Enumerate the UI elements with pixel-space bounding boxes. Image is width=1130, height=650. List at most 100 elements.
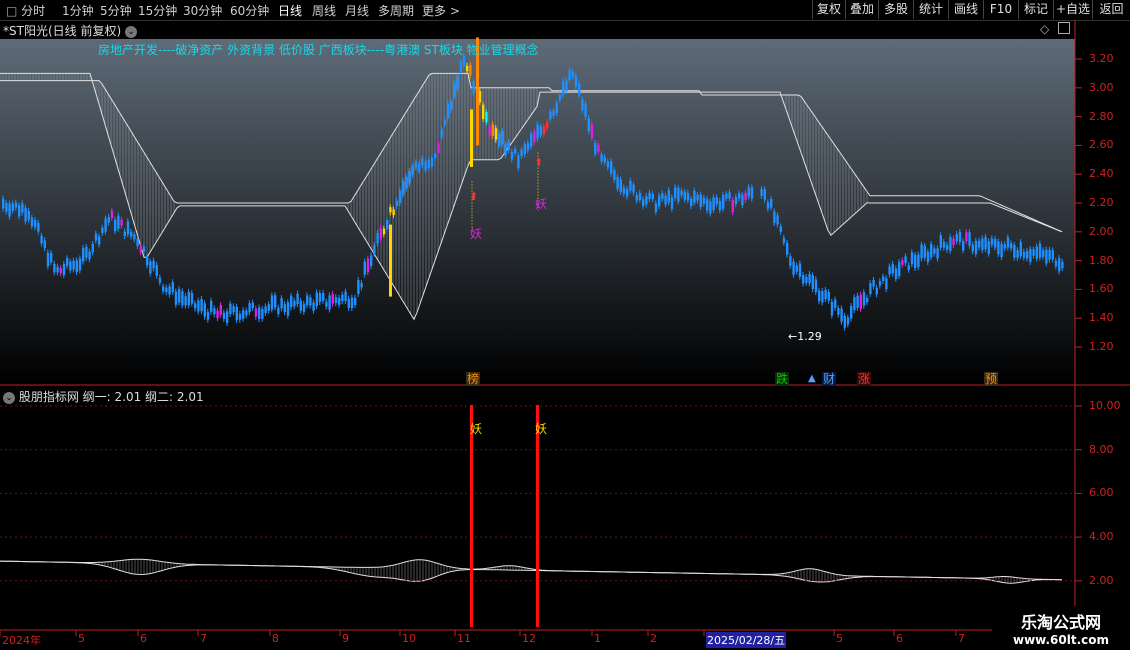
candle-body bbox=[904, 256, 907, 264]
candle-body bbox=[485, 111, 488, 123]
candle-body bbox=[805, 276, 808, 283]
main-panel-title[interactable]: *ST阳光(日线 前复权) ⌄ bbox=[3, 22, 137, 39]
yao-label-1: 妖 bbox=[470, 227, 483, 241]
diamond-icon[interactable]: ◇ bbox=[1040, 22, 1049, 36]
candle-body bbox=[702, 197, 706, 204]
x-axis-label: 5 bbox=[836, 632, 843, 645]
main-y-tick: 1.20 bbox=[1089, 340, 1114, 353]
candle-body bbox=[1061, 261, 1064, 269]
candle-body bbox=[91, 244, 94, 253]
candle-body bbox=[853, 297, 856, 311]
candle-body bbox=[184, 296, 187, 306]
candle-body bbox=[389, 224, 392, 297]
candle-body bbox=[939, 235, 942, 248]
candle-body bbox=[869, 283, 872, 294]
x-axis-label: 5 bbox=[78, 632, 85, 645]
candle-body bbox=[907, 265, 910, 270]
candle-body bbox=[50, 253, 53, 263]
candle-body bbox=[514, 148, 517, 154]
candle-body bbox=[1006, 237, 1010, 248]
candle-body bbox=[565, 80, 568, 92]
candle-body bbox=[552, 110, 555, 116]
candle-body bbox=[728, 192, 731, 199]
x-axis-label: 2 bbox=[650, 632, 657, 645]
candle-body bbox=[62, 264, 66, 276]
candle-body bbox=[504, 144, 507, 156]
candle-body bbox=[478, 91, 482, 103]
event-tag-bang[interactable]: 榜 bbox=[466, 372, 480, 386]
indicator-y-tick: 2.00 bbox=[1089, 573, 1114, 587]
candle-body bbox=[597, 144, 600, 152]
candle-body bbox=[955, 234, 958, 242]
candle-body bbox=[795, 265, 798, 272]
candle-body bbox=[584, 103, 587, 118]
candle-body bbox=[901, 260, 904, 265]
main-y-tick: 2.60 bbox=[1089, 138, 1114, 152]
event-tag-zhang[interactable]: 涨 bbox=[857, 372, 871, 386]
candle-body bbox=[626, 188, 629, 197]
candle-body bbox=[174, 291, 178, 305]
candle-body bbox=[459, 61, 462, 73]
chart-canvas[interactable] bbox=[0, 0, 1130, 650]
candle-body bbox=[610, 161, 613, 174]
candle-body bbox=[402, 181, 405, 195]
candle-body bbox=[210, 300, 213, 312]
candle-body bbox=[920, 244, 923, 259]
event-tag-cai[interactable]: 财 bbox=[822, 372, 836, 386]
candle-body bbox=[542, 126, 546, 135]
candle-body bbox=[578, 83, 581, 96]
candle-body bbox=[245, 310, 248, 316]
candle-body bbox=[286, 302, 290, 316]
candle-body bbox=[88, 251, 91, 260]
candle-body bbox=[603, 157, 606, 163]
candle-body bbox=[325, 301, 328, 307]
candle-body bbox=[664, 195, 667, 205]
candle-body bbox=[501, 130, 504, 144]
candle-body bbox=[840, 308, 843, 322]
indicator-line-2 bbox=[0, 560, 1062, 584]
candle-body bbox=[1013, 244, 1016, 258]
candle-body bbox=[808, 273, 811, 284]
candle-body bbox=[677, 187, 680, 202]
candle-body bbox=[818, 290, 821, 302]
chevron-down-icon[interactable]: ⌄ bbox=[3, 391, 15, 404]
x-axis-label: 8 bbox=[272, 632, 279, 645]
main-y-tick: 1.80 bbox=[1089, 253, 1114, 267]
candle-body bbox=[219, 304, 222, 315]
candle-body bbox=[715, 197, 718, 205]
candle-body bbox=[398, 190, 402, 204]
candle-body bbox=[130, 231, 133, 237]
candle-body bbox=[194, 303, 197, 309]
candle-body bbox=[498, 133, 501, 146]
indicator-panel-title[interactable]: ⌄ 股朋指标网 纲一: 2.01 纲二: 2.01 bbox=[3, 388, 204, 405]
candle-body bbox=[523, 144, 526, 155]
candle-body bbox=[56, 266, 59, 273]
candle-body bbox=[40, 235, 43, 244]
candle-body bbox=[443, 119, 446, 125]
signal-bar bbox=[536, 405, 539, 627]
candle-body bbox=[613, 170, 616, 180]
candle-body bbox=[216, 310, 219, 319]
candle-body bbox=[834, 299, 837, 308]
maximize-icon[interactable] bbox=[1058, 22, 1070, 34]
candle-body bbox=[654, 203, 658, 212]
candle-body bbox=[830, 301, 834, 316]
candle-body bbox=[149, 261, 152, 274]
candle-body bbox=[891, 263, 894, 274]
candle-body bbox=[8, 203, 11, 217]
candle-body bbox=[299, 300, 302, 311]
candle-body bbox=[517, 155, 520, 169]
candle-body bbox=[334, 297, 338, 304]
candle-body bbox=[482, 104, 485, 120]
chevron-down-icon[interactable]: ⌄ bbox=[124, 25, 137, 38]
candle-body bbox=[158, 277, 162, 283]
event-tag-die[interactable]: 跌 bbox=[775, 372, 789, 386]
candle-body bbox=[1029, 249, 1032, 263]
event-tag-yu[interactable]: 预 bbox=[984, 372, 998, 386]
x-axis-label: 11 bbox=[457, 632, 471, 645]
candle-body bbox=[136, 238, 139, 247]
main-y-tick: 3.00 bbox=[1089, 80, 1114, 94]
candle-body bbox=[1035, 246, 1038, 259]
candle-body bbox=[1003, 244, 1006, 249]
candle-body bbox=[30, 217, 34, 227]
